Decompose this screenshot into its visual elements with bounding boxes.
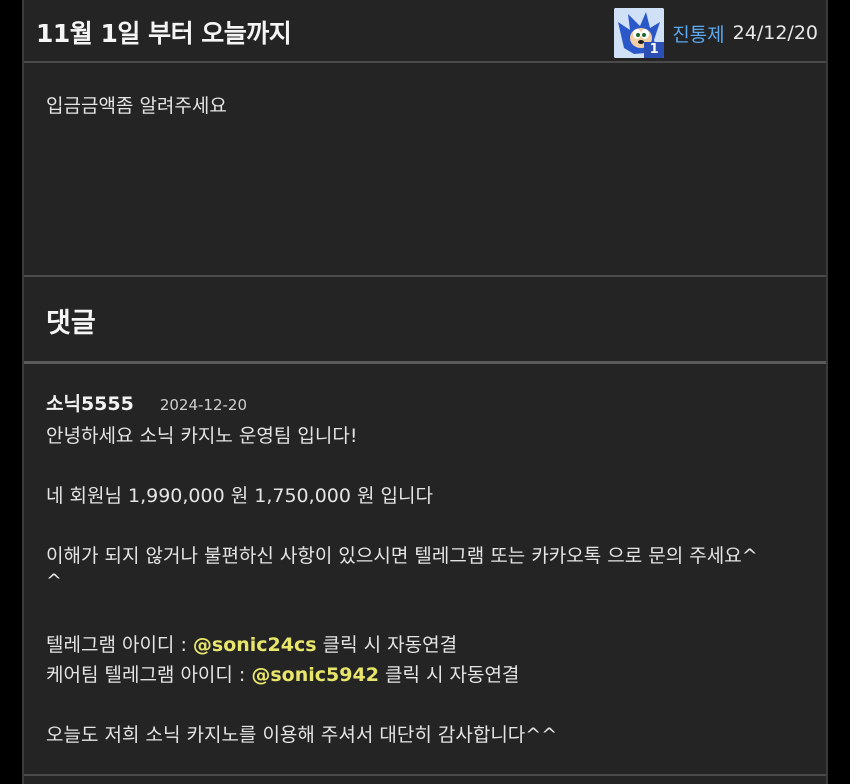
comment-inquiry-line-wrap: ^ — [46, 570, 62, 592]
author-name-link[interactable]: 진통제 — [672, 20, 724, 47]
telegram-id-label: 텔레그램 아이디 : — [46, 634, 193, 656]
comment-greeting: 안녕하세요 소닉 카지노 운영팀 입니다! — [46, 425, 358, 447]
post-body-text: 입금금액좀 알려주세요 — [46, 95, 227, 117]
comment-date: 2024-12-20 — [159, 396, 248, 414]
telegram-handle-link[interactable]: @sonic24cs — [193, 634, 317, 656]
post-body: 입금금액좀 알려주세요 — [24, 63, 826, 277]
comments-header: 댓글 — [24, 277, 826, 364]
post-header: 11월 1일 부터 오늘까지 1 진통제 24/12/20 — [24, 0, 826, 63]
care-telegram-handle-link[interactable]: @sonic5942 — [251, 664, 379, 686]
level-badge: 1 — [644, 42, 665, 58]
care-telegram-id-line: 케어팀 텔레그램 아이디 : @sonic5942 클릭 시 자동연결 — [46, 660, 519, 687]
author-info[interactable]: 1 진통제 24/12/20 — [614, 8, 818, 58]
post-frame: 11월 1일 부터 오늘까지 1 진통제 24/12/20 입금금액좀 알려주세… — [22, 0, 828, 784]
post-title: 11월 1일 부터 오늘까지 — [36, 19, 292, 48]
care-telegram-id-label: 케어팀 텔레그램 아이디 : — [46, 664, 252, 686]
telegram-id-line: 텔레그램 아이디 : @sonic24cs 클릭 시 자동연결 — [46, 630, 457, 657]
comment-author[interactable]: 소닉5555 — [46, 389, 134, 416]
comments-title: 댓글 — [46, 308, 96, 339]
comment-item: 소닉5555 2024-12-20 안녕하세요 소닉 카지노 운영팀 입니다! … — [24, 364, 826, 776]
post-date: 24/12/20 — [732, 22, 818, 44]
comment-closing: 오늘도 저희 소닉 카지노를 이용해 주셔서 대단히 감사합니다^^ — [46, 724, 558, 746]
comment-meta: 소닉5555 2024-12-20 — [46, 389, 247, 416]
comment-amount-line: 네 회원님 1,990,000 원 1,750,000 원 입니다 — [46, 485, 433, 507]
telegram-auto-connect-text: 클릭 시 자동연결 — [316, 634, 458, 656]
sonic-avatar-icon[interactable]: 1 — [614, 8, 665, 58]
comment-inquiry-line: 이해가 되지 않거나 불편하신 사항이 있으시면 텔레그램 또는 카카오톡 으로… — [46, 545, 758, 567]
care-auto-connect-text: 클릭 시 자동연결 — [378, 664, 520, 686]
